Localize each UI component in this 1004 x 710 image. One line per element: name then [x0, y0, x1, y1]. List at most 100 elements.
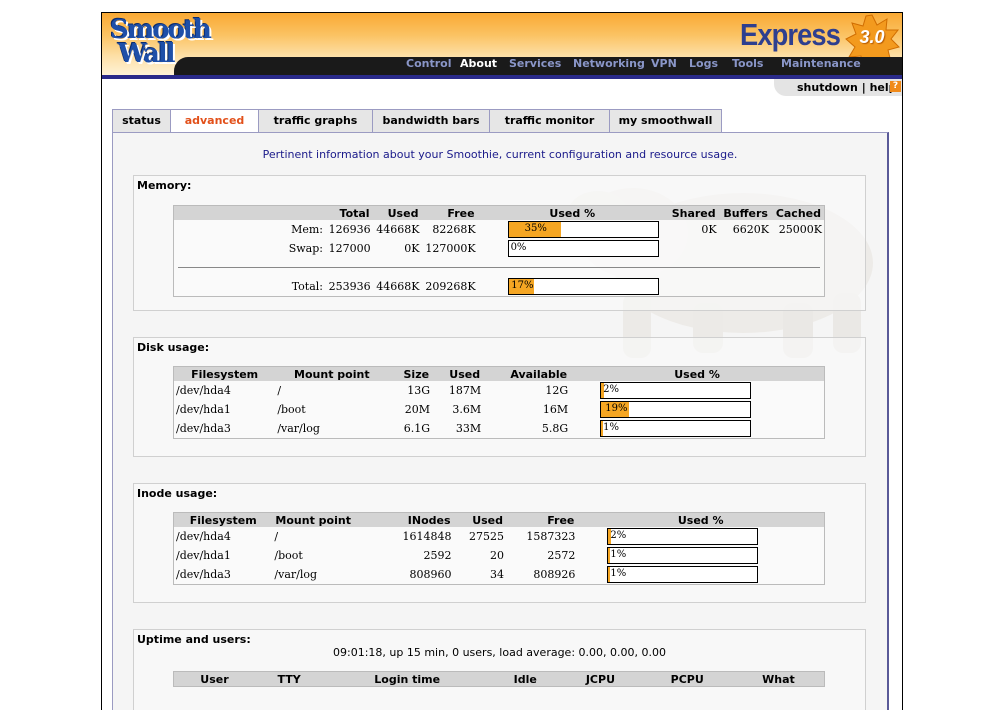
inode-filesystem: /dev/hda4 — [176, 530, 231, 543]
nav-item-tools[interactable]: Tools — [732, 57, 763, 70]
memory-col-header: Shared — [666, 205, 719, 220]
tab-advanced[interactable]: advanced — [170, 109, 259, 133]
uptime-section: Uptime and users: 09:01:18, up 15 min, 0… — [133, 629, 866, 710]
uptime-col-header: Login time — [323, 671, 492, 687]
nav-item-vpn[interactable]: VPN — [651, 57, 677, 70]
inode-col-header: Free — [506, 512, 578, 527]
product-name: Express — [740, 17, 841, 52]
memory-total: 127000 — [328, 242, 371, 255]
disk-usage-bar: 19% — [600, 401, 752, 418]
disk-col-header: Filesystem — [173, 366, 276, 381]
disk-col-header: Available — [483, 366, 571, 381]
tab-bandwidth-bars[interactable]: bandwidth bars — [372, 109, 490, 132]
disk-filesystem: /dev/hda1 — [176, 403, 231, 416]
tab-traffic-graphs[interactable]: traffic graphs — [258, 109, 373, 132]
disk-available: 5.8G — [541, 422, 569, 435]
memory-total-total: 253936 — [328, 280, 371, 293]
memory-used: 0K — [404, 242, 420, 255]
subheader: shutdown | help ? — [102, 79, 902, 99]
memory-usage-bar: 35% — [507, 221, 659, 238]
memory-used: 44668K — [376, 223, 420, 236]
disk-available: 12G — [545, 384, 569, 397]
tab-status[interactable]: status — [112, 109, 171, 132]
memory-total-usage-bar-cell: 17% — [478, 277, 667, 297]
disk-size: 20M — [404, 403, 431, 416]
inode-used: 27525 — [469, 530, 505, 543]
disk-row: /dev/hda1/boot 20M 3.6M 16M 19% — [174, 400, 825, 419]
header: Smooth Wall Express 3.0 Control About Serv… — [102, 13, 902, 75]
memory-shared — [667, 239, 719, 258]
nav-item-networking[interactable]: Networking — [573, 57, 645, 70]
disk-col-header: Used % — [570, 366, 825, 381]
disk-usage-bar: 2% — [600, 382, 752, 399]
inode-count: 808960 — [409, 568, 452, 581]
uptime-col-header: PCPU — [641, 671, 733, 687]
memory-col-header — [173, 205, 325, 220]
disk-size: 13G — [407, 384, 431, 397]
nav-item-maintenance[interactable]: Maintenance — [781, 57, 861, 70]
inode-row: /dev/hda4 / 1614848 27525 1587323 2% — [174, 527, 825, 546]
inode-mount-point: / — [274, 530, 279, 543]
uptime-col-header: TTY — [254, 671, 324, 687]
disk-row: /dev/hda4 / 13G 187M 12G 2% — [174, 381, 825, 400]
tab-my-smoothwall[interactable]: my smoothwall — [609, 109, 722, 132]
inode-usage-section: Inode usage: Filesystem Mount point INodes… — [133, 483, 866, 603]
inode-free: 808926 — [533, 568, 576, 581]
disk-usage-table: Filesystem Mount point Size Used Available Us… — [173, 366, 825, 439]
disk-used: 33M — [455, 422, 482, 435]
disk-usage-title: Disk usage: — [137, 341, 210, 354]
memory-total: 126936 — [328, 223, 371, 236]
disk-mount-point: /var/log — [277, 422, 320, 435]
disk-used: 3.6M — [452, 403, 482, 416]
inode-mount-point: /var/log — [274, 568, 318, 581]
memory-buffers — [719, 239, 771, 258]
inode-row: /dev/hda3/var/log 808960 34 808926 1% — [174, 565, 825, 585]
memory-total-label: Total: — [291, 280, 323, 293]
memory-label: Swap: — [288, 242, 323, 255]
uptime-summary: 09:01:18, up 15 min, 0 users, load avera… — [333, 646, 666, 659]
help-icon[interactable]: ? — [890, 81, 901, 92]
inode-free: 1587323 — [526, 530, 576, 543]
memory-section: Memory: Total Used Free Used % Shared Buffers… — [133, 175, 866, 311]
memory-total-row: Total: 253936 44668K 209268K 17% — [174, 277, 825, 297]
inode-col-header: INodes — [382, 512, 454, 527]
disk-usage-bar-label: 1% — [603, 422, 619, 433]
inode-usage-bar: 1% — [607, 547, 759, 564]
memory-total-free: 209268K — [425, 280, 476, 293]
inode-usage-title: Inode usage: — [137, 487, 218, 500]
memory-buffers: 6620K — [732, 223, 769, 236]
memory-usage-bar-label: 0% — [510, 242, 527, 253]
version-label: 3.0 — [859, 27, 885, 47]
memory-title: Memory: — [137, 179, 192, 192]
disk-filesystem: /dev/hda3 — [176, 422, 231, 435]
app-frame: Smooth Wall Express 3.0 Control About Serv… — [101, 12, 903, 710]
inode-usage-bar-cell: 2% — [577, 527, 824, 546]
smoothwall-logo[interactable]: Smooth Wall — [108, 15, 212, 73]
disk-usage-section: Disk usage: Filesystem Mount point Size Use… — [133, 337, 866, 457]
disk-mount-point: / — [277, 384, 282, 397]
memory-free: 127000K — [425, 242, 476, 255]
disk-row: /dev/hda3/var/log 6.1G 33M 5.8G 1% — [174, 419, 825, 439]
inode-usage-bar-label: 1% — [610, 568, 627, 579]
tab-traffic-monitor[interactable]: traffic monitor — [489, 109, 610, 132]
disk-used: 187M — [448, 384, 482, 397]
inode-col-header: Used — [453, 512, 507, 527]
memory-cached — [771, 239, 825, 258]
disk-col-header: Size — [388, 366, 433, 381]
inode-col-header: Filesystem — [173, 512, 273, 527]
memory-col-header: Free — [421, 205, 478, 220]
memory-free: 82268K — [432, 223, 476, 236]
nav-item-about[interactable]: About — [460, 57, 497, 70]
inode-col-header: Mount point — [272, 512, 383, 527]
inode-usage-bar: 1% — [607, 566, 759, 583]
disk-usage-bar-label: 19% — [605, 403, 628, 414]
nav-item-services[interactable]: Services — [509, 57, 561, 70]
disk-usage-bar-cell: 19% — [570, 400, 824, 419]
shutdown-help-links[interactable]: shutdown | help — [797, 81, 897, 94]
memory-cached: 25000K — [778, 223, 822, 236]
nav-item-logs[interactable]: Logs — [689, 57, 718, 70]
nav-item-control[interactable]: Control — [406, 57, 451, 70]
memory-col-header: Total — [325, 205, 373, 220]
memory-row: Swap: 127000 0K 127000K 0% — [174, 239, 825, 258]
uptime-col-header: What — [732, 671, 825, 687]
